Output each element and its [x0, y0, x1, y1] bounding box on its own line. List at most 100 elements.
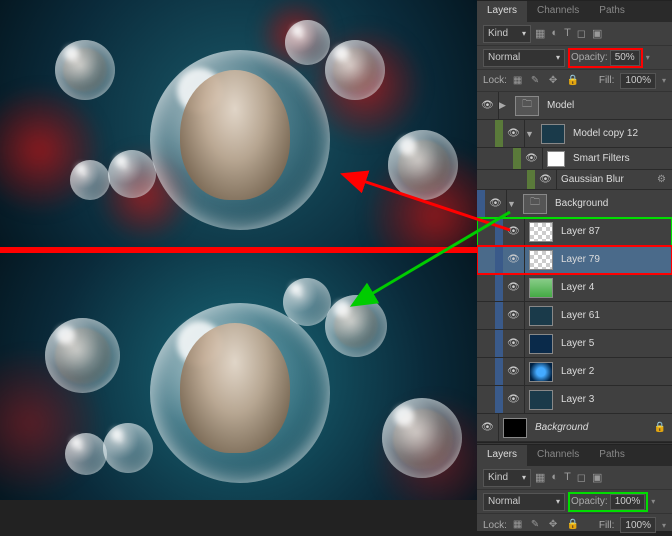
tab-layers[interactable]: Layers: [477, 445, 527, 466]
visibility-toggle[interactable]: 👁: [503, 218, 525, 245]
layer-layer-61[interactable]: 👁 Layer 61: [477, 302, 672, 330]
filter-smart-icon[interactable]: ▣: [592, 471, 602, 484]
fill-label: Fill:: [599, 520, 615, 531]
opacity-value[interactable]: 50%: [610, 50, 640, 66]
layer-name: Layer 61: [557, 310, 672, 321]
filter-gaussian-blur[interactable]: 👁 Gaussian Blur ⚙: [477, 170, 672, 190]
visibility-toggle[interactable]: 👁: [477, 414, 499, 441]
visibility-toggle[interactable]: 👁: [503, 246, 525, 273]
filter-kind-dropdown[interactable]: Kind: [483, 469, 531, 487]
visibility-toggle[interactable]: 👁: [503, 274, 525, 301]
layer-name: Background: [551, 198, 672, 209]
layer-layer-79[interactable]: 👁 Layer 79: [477, 246, 672, 274]
lock-pixels-icon[interactable]: ✎: [531, 75, 543, 87]
visibility-toggle[interactable]: 👁: [521, 148, 543, 169]
visibility-toggle[interactable]: 👁: [503, 330, 525, 357]
layer-name: Layer 4: [557, 282, 672, 293]
filter-type-icon[interactable]: T: [564, 471, 571, 484]
filter-row: Kind ▦ ◐ T ◻ ▣: [477, 22, 672, 46]
layer-thumbnail: [529, 362, 553, 382]
layers-list: 👁 ▶ 🗀 Model 👁 ▼ Model copy 12 👁 Smart Fi…: [477, 92, 672, 442]
layer-name: Layer 79: [557, 254, 672, 265]
filter-shape-icon[interactable]: ◻: [577, 27, 586, 40]
blend-mode-dropdown[interactable]: Normal: [483, 493, 565, 511]
layer-layer-5[interactable]: 👁 Layer 5: [477, 330, 672, 358]
canvas-bottom-preview: [0, 253, 477, 500]
blend-mode-dropdown[interactable]: Normal: [483, 49, 565, 67]
layer-background-locked[interactable]: 👁 Background 🔒: [477, 414, 672, 442]
tab-layers[interactable]: Layers: [477, 1, 527, 22]
layer-model-copy-12[interactable]: 👁 ▼ Model copy 12: [477, 120, 672, 148]
visibility-toggle[interactable]: 👁: [503, 358, 525, 385]
layer-name: Gaussian Blur: [557, 174, 657, 185]
panel-tabs: Layers Channels Paths: [477, 444, 672, 466]
filter-pixel-icon[interactable]: ▦: [535, 471, 545, 484]
lock-row: Lock: ▦ ✎ ✥ 🔒 Fill: 100% ▾: [477, 70, 672, 92]
lock-position-icon[interactable]: ✥: [549, 75, 561, 87]
layer-layer-87[interactable]: 👁 Layer 87: [477, 218, 672, 246]
fill-value[interactable]: 100%: [620, 73, 656, 89]
lock-label: Lock:: [483, 520, 507, 531]
lock-transparent-icon[interactable]: ▦: [513, 75, 525, 87]
filter-adjust-icon[interactable]: ◐: [551, 27, 558, 40]
layer-group-background[interactable]: 👁 ▼ 🗀 Background: [477, 190, 672, 218]
visibility-toggle[interactable]: 👁: [535, 170, 557, 189]
layer-name: Layer 87: [557, 226, 672, 237]
layers-panel-top: Layers Channels Paths Kind ▦ ◐ T ◻ ▣ Nor…: [477, 0, 672, 440]
opacity-label: Opacity:: [571, 52, 608, 63]
filter-type-icon[interactable]: T: [564, 27, 571, 40]
lock-transparent-icon[interactable]: ▦: [513, 519, 525, 531]
visibility-toggle[interactable]: 👁: [485, 190, 507, 217]
layer-thumbnail: [529, 278, 553, 298]
lock-all-icon[interactable]: 🔒: [567, 519, 579, 531]
tab-channels[interactable]: Channels: [527, 1, 589, 22]
visibility-toggle[interactable]: 👁: [503, 302, 525, 329]
layer-layer-3[interactable]: 👁 Layer 3: [477, 386, 672, 414]
filter-shape-icon[interactable]: ◻: [577, 471, 586, 484]
tab-paths[interactable]: Paths: [589, 445, 635, 466]
canvas-area: [0, 0, 477, 531]
layer-name: Model copy 12: [569, 128, 672, 139]
filter-smart-icon[interactable]: ▣: [592, 27, 602, 40]
folder-icon: 🗀: [515, 96, 539, 116]
filter-pixel-icon[interactable]: ▦: [535, 27, 545, 40]
layer-group-model[interactable]: 👁 ▶ 🗀 Model: [477, 92, 672, 120]
folder-icon: 🗀: [523, 194, 547, 214]
layer-name: Smart Filters: [569, 153, 672, 164]
filter-row: Kind ▦ ◐ T ◻ ▣: [477, 466, 672, 490]
tab-paths[interactable]: Paths: [589, 1, 635, 22]
lock-icon: 🔒: [654, 422, 672, 433]
layer-name: Background: [531, 422, 654, 433]
tab-channels[interactable]: Channels: [527, 445, 589, 466]
layer-layer-2[interactable]: 👁 Layer 2: [477, 358, 672, 386]
canvas-top-preview: [0, 0, 477, 247]
opacity-label: Opacity:: [571, 496, 608, 507]
visibility-toggle[interactable]: 👁: [477, 92, 499, 119]
fill-label: Fill:: [599, 75, 615, 86]
lock-position-icon[interactable]: ✥: [549, 519, 561, 531]
panel-tabs: Layers Channels Paths: [477, 0, 672, 22]
layer-name: Layer 5: [557, 338, 672, 349]
layer-thumbnail: [529, 334, 553, 354]
layer-thumbnail: [529, 250, 553, 270]
blend-row: Normal Opacity: 50% ▾: [477, 46, 672, 70]
filter-mask-thumbnail: [547, 151, 565, 167]
layer-thumbnail: [503, 418, 527, 438]
lock-all-icon[interactable]: 🔒: [567, 75, 579, 87]
visibility-toggle[interactable]: 👁: [503, 386, 525, 413]
layer-name: Layer 3: [557, 394, 672, 405]
layers-panel-bottom: Layers Channels Paths Kind ▦ ◐ T ◻ ▣ Nor…: [477, 444, 672, 531]
layer-layer-4[interactable]: 👁 Layer 4: [477, 274, 672, 302]
lock-label: Lock:: [483, 75, 507, 86]
filter-kind-dropdown[interactable]: Kind: [483, 25, 531, 43]
visibility-toggle[interactable]: 👁: [503, 120, 525, 147]
lock-pixels-icon[interactable]: ✎: [531, 519, 543, 531]
lock-row: Lock: ▦ ✎ ✥ 🔒 Fill: 100% ▾: [477, 514, 672, 536]
layer-thumbnail: [529, 222, 553, 242]
layer-name: Model: [543, 100, 672, 111]
smart-filters-row[interactable]: 👁 Smart Filters: [477, 148, 672, 170]
filter-options-icon[interactable]: ⚙: [657, 174, 672, 185]
filter-adjust-icon[interactable]: ◐: [551, 471, 558, 484]
layer-thumbnail: [529, 306, 553, 326]
opacity-value[interactable]: 100%: [610, 494, 646, 510]
